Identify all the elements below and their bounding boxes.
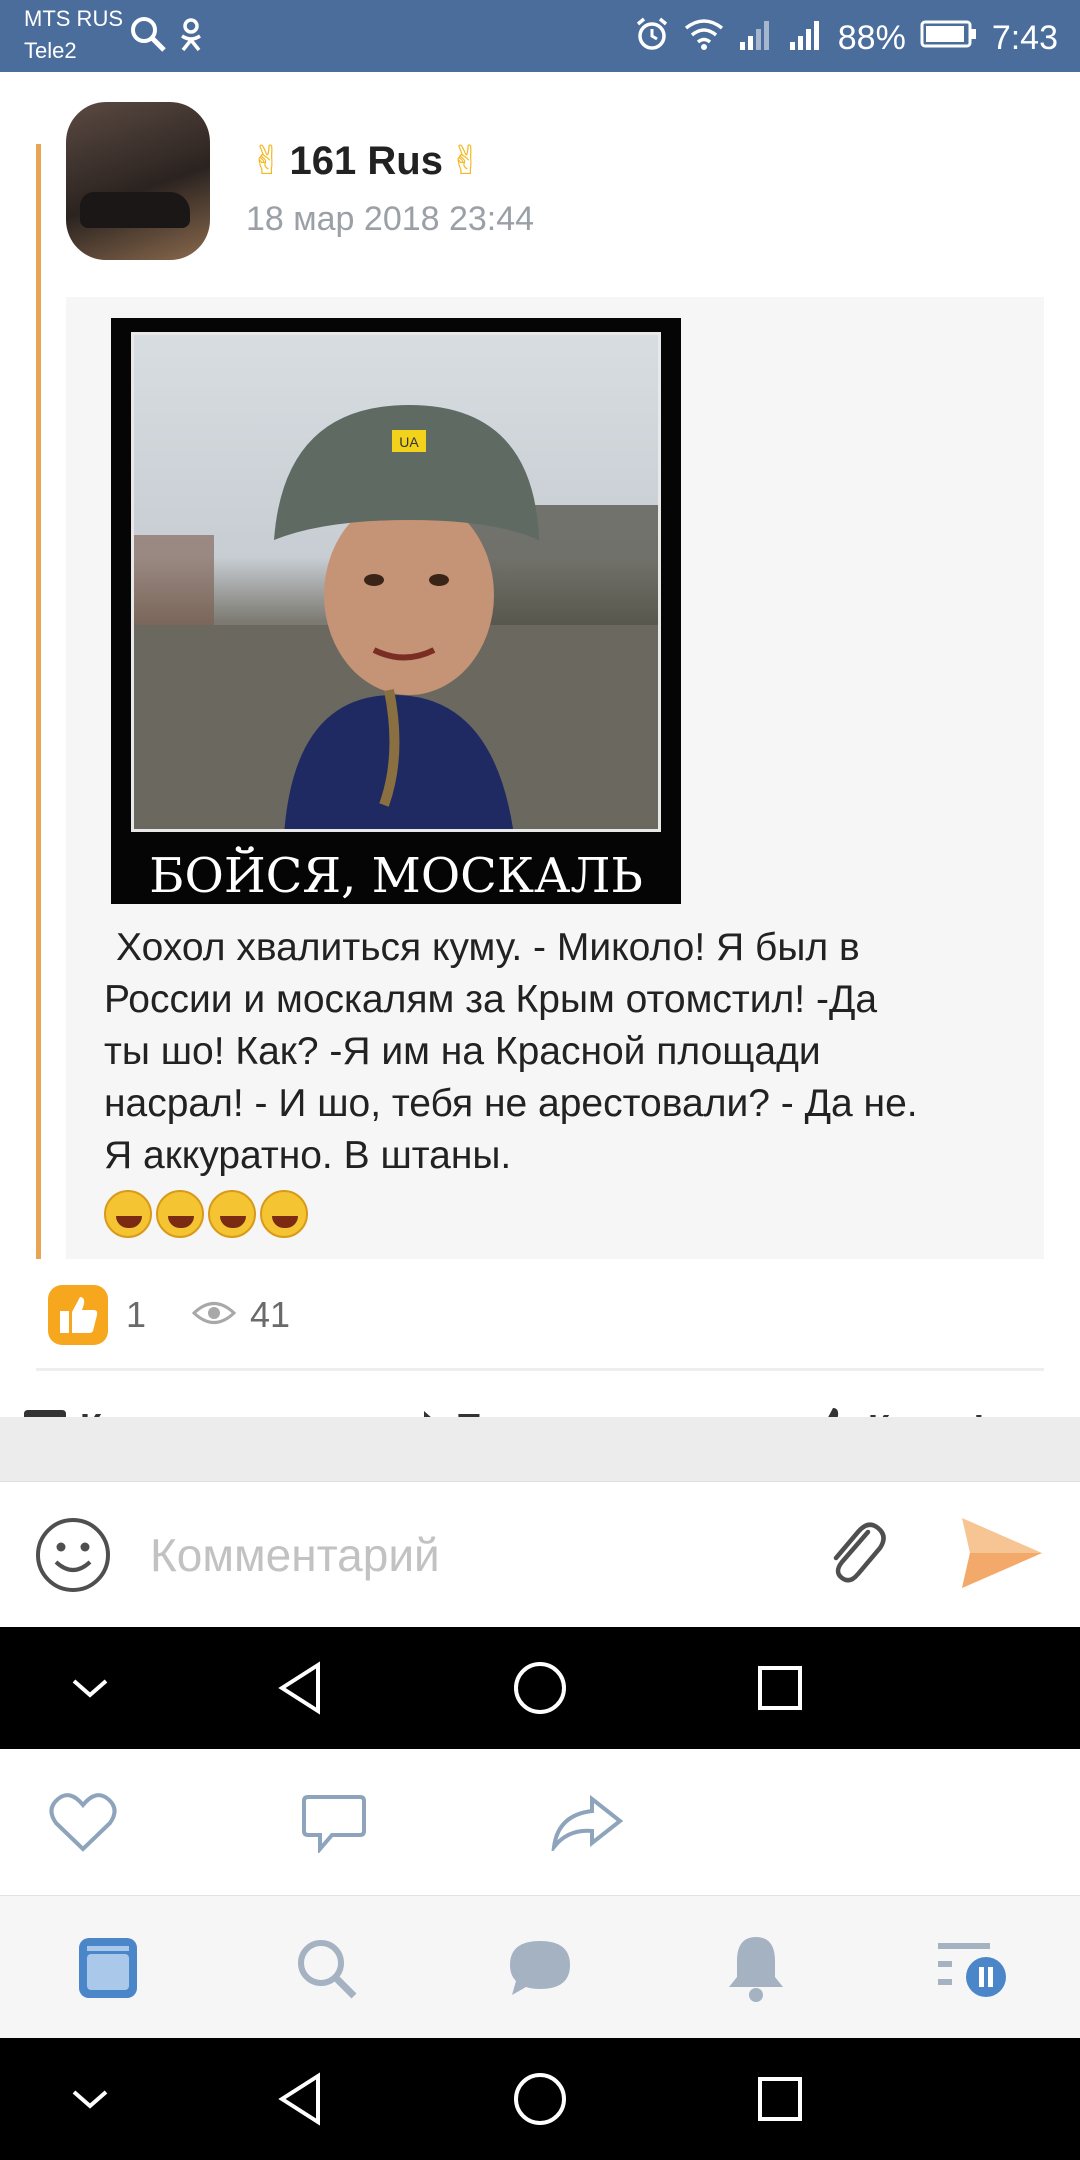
odnoklassniki-icon xyxy=(178,18,204,57)
rofl-emoji-icon xyxy=(260,1190,308,1238)
repost-indicator xyxy=(36,144,41,1259)
search-icon xyxy=(128,14,168,59)
signal-icon-1 xyxy=(738,18,774,59)
back-triangle-icon xyxy=(278,2072,320,2126)
tab-feed[interactable] xyxy=(48,1896,168,2039)
battery-icon xyxy=(920,19,978,58)
battery-percent: 88% xyxy=(837,19,906,57)
recents-square-icon xyxy=(758,1666,802,1710)
meme-photo: UA xyxy=(131,332,661,832)
nav-back-button[interactable] xyxy=(270,1627,330,1749)
search-icon xyxy=(298,1939,357,1998)
view-count: 41 xyxy=(250,1294,291,1335)
author-name[interactable]: ✌ 161 Rus ✌ xyxy=(250,138,482,184)
chevron-down-icon xyxy=(72,2090,108,2109)
tab-messages[interactable] xyxy=(480,1896,600,2039)
heart-icon[interactable] xyxy=(48,1791,118,1858)
victory-hand-icon: ✌ xyxy=(250,139,284,183)
post-date: 18 мар 2018 23:44 xyxy=(246,200,535,238)
carrier-primary: MTS RUS xyxy=(24,6,123,31)
post-card: ✌ 161 Rus ✌ 18 мар 2018 23:44 UA БОЙСЯ, … xyxy=(0,72,1080,1448)
tab-search[interactable] xyxy=(266,1896,386,2039)
attachment-clip-icon[interactable] xyxy=(824,1518,888,1595)
recents-square-icon xyxy=(758,2077,802,2121)
tab-notifications[interactable] xyxy=(696,1896,816,2039)
system-nav-bar xyxy=(0,2038,1080,2160)
tab-menu[interactable] xyxy=(912,1896,1032,2039)
menu-pause-icon xyxy=(938,1942,1006,1997)
emoji-row xyxy=(104,1190,308,1238)
chevron-down-icon xyxy=(72,1679,108,1698)
rofl-emoji-icon xyxy=(156,1190,204,1238)
feed-icon xyxy=(79,1937,137,1998)
bottom-tab-bar xyxy=(0,1895,1080,2038)
eye-icon xyxy=(191,1298,237,1333)
nav-back-button[interactable] xyxy=(270,2038,330,2160)
signal-icon-2 xyxy=(788,18,824,59)
like-count: 1 xyxy=(126,1294,147,1335)
status-bar: MTS RUS Tele2 88% 7:43 xyxy=(0,0,1080,72)
nav-collapse-button[interactable] xyxy=(60,2038,120,2160)
post-text-line: Я аккуратно. В штаны. xyxy=(104,1134,512,1177)
message-bubble-icon xyxy=(510,1940,570,1995)
post-text-line: насрал! - И шо, тебя не арестовали? - Да… xyxy=(104,1082,918,1125)
back-triangle-icon xyxy=(278,1661,320,1715)
comment-bar xyxy=(0,1481,1080,1627)
helmet-label: UA xyxy=(399,434,419,450)
nav-home-button[interactable] xyxy=(506,2038,574,2160)
system-nav-bar xyxy=(0,1627,1080,1749)
nav-collapse-button[interactable] xyxy=(60,1627,120,1749)
home-circle-icon xyxy=(514,1662,566,1714)
send-icon[interactable] xyxy=(960,1514,1044,1597)
meme-image[interactable]: UA БОЙСЯ, МОСКАЛЬ xyxy=(111,318,681,904)
post-action-toolbar xyxy=(0,1749,1080,1895)
nav-home-button[interactable] xyxy=(506,1627,574,1749)
author-avatar[interactable] xyxy=(66,102,210,260)
author-name-text: 161 Rus xyxy=(289,138,443,183)
nav-recents-button[interactable] xyxy=(748,2038,812,2160)
smile-icon[interactable] xyxy=(34,1516,112,1599)
divider xyxy=(36,1368,1044,1371)
post-text-line: Хохол хвалиться куму. - Миколо! Я был в xyxy=(116,926,860,969)
rofl-emoji-icon xyxy=(104,1190,152,1238)
clock: 7:43 xyxy=(991,19,1058,57)
home-circle-icon xyxy=(514,2073,566,2125)
carrier-secondary: Tele2 xyxy=(24,38,77,63)
comment-bubble-icon[interactable] xyxy=(302,1793,366,1858)
post-text-line: России и москалям за Крым отомстил! -Да xyxy=(104,978,878,1021)
wifi-icon xyxy=(684,18,724,59)
post-text: Хохол хвалиться куму. - Миколо! Я был в … xyxy=(104,922,1034,1182)
alarm-icon xyxy=(634,16,670,61)
post-text-line: ты шо! Как? -Я им на Красной площади xyxy=(104,1030,821,1073)
share-arrow-icon[interactable] xyxy=(550,1794,624,1856)
feed-separator xyxy=(0,1417,1080,1481)
like-badge[interactable] xyxy=(48,1285,108,1345)
nav-recents-button[interactable] xyxy=(748,1627,812,1749)
rofl-emoji-icon xyxy=(208,1190,256,1238)
victory-hand-icon: ✌ xyxy=(448,139,483,183)
comment-input[interactable] xyxy=(150,1518,790,1592)
thumbs-up-icon xyxy=(60,1297,98,1333)
meme-caption: БОЙСЯ, МОСКАЛЬ xyxy=(149,848,643,904)
bell-icon xyxy=(729,1936,783,2002)
